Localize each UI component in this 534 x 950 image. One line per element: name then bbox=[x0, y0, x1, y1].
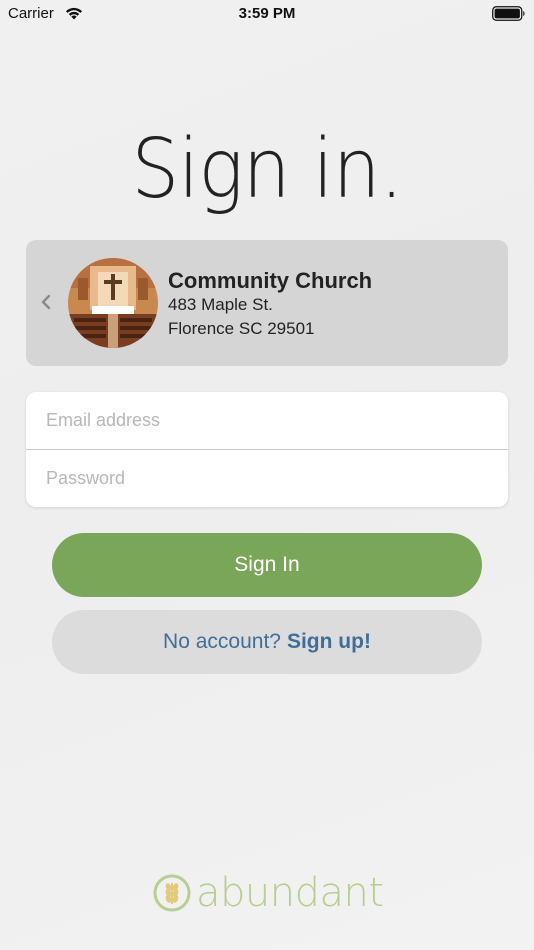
password-field[interactable] bbox=[46, 458, 486, 498]
church-photo bbox=[68, 258, 158, 348]
field-divider bbox=[26, 449, 508, 450]
church-address-line1: 483 Maple St. bbox=[168, 295, 273, 314]
church-selector-card[interactable]: Community Church 483 Maple St. Florence … bbox=[26, 240, 508, 366]
no-account-text: No account? bbox=[163, 630, 281, 653]
page-title: Sign in. bbox=[131, 122, 403, 217]
church-name: Community Church bbox=[168, 268, 373, 293]
sign-in-button[interactable]: Sign In bbox=[52, 533, 482, 597]
status-bar: Carrier 3:59 PM bbox=[0, 0, 534, 28]
battery-icon bbox=[492, 6, 525, 21]
sign-up-button[interactable]: No account? Sign up! bbox=[52, 610, 482, 674]
sign-up-link[interactable]: Sign up! bbox=[287, 630, 371, 654]
logo-text: abundant bbox=[196, 870, 384, 916]
login-form bbox=[26, 392, 508, 507]
brand-logo: abundant bbox=[152, 868, 384, 918]
chevron-left-icon[interactable] bbox=[40, 293, 52, 311]
wheat-icon bbox=[153, 874, 191, 912]
church-address-line2: Florence SC 29501 bbox=[168, 319, 315, 338]
email-field[interactable] bbox=[46, 400, 486, 440]
clock: 3:59 PM bbox=[238, 5, 296, 22]
sign-in-label: Sign In bbox=[234, 553, 300, 576]
